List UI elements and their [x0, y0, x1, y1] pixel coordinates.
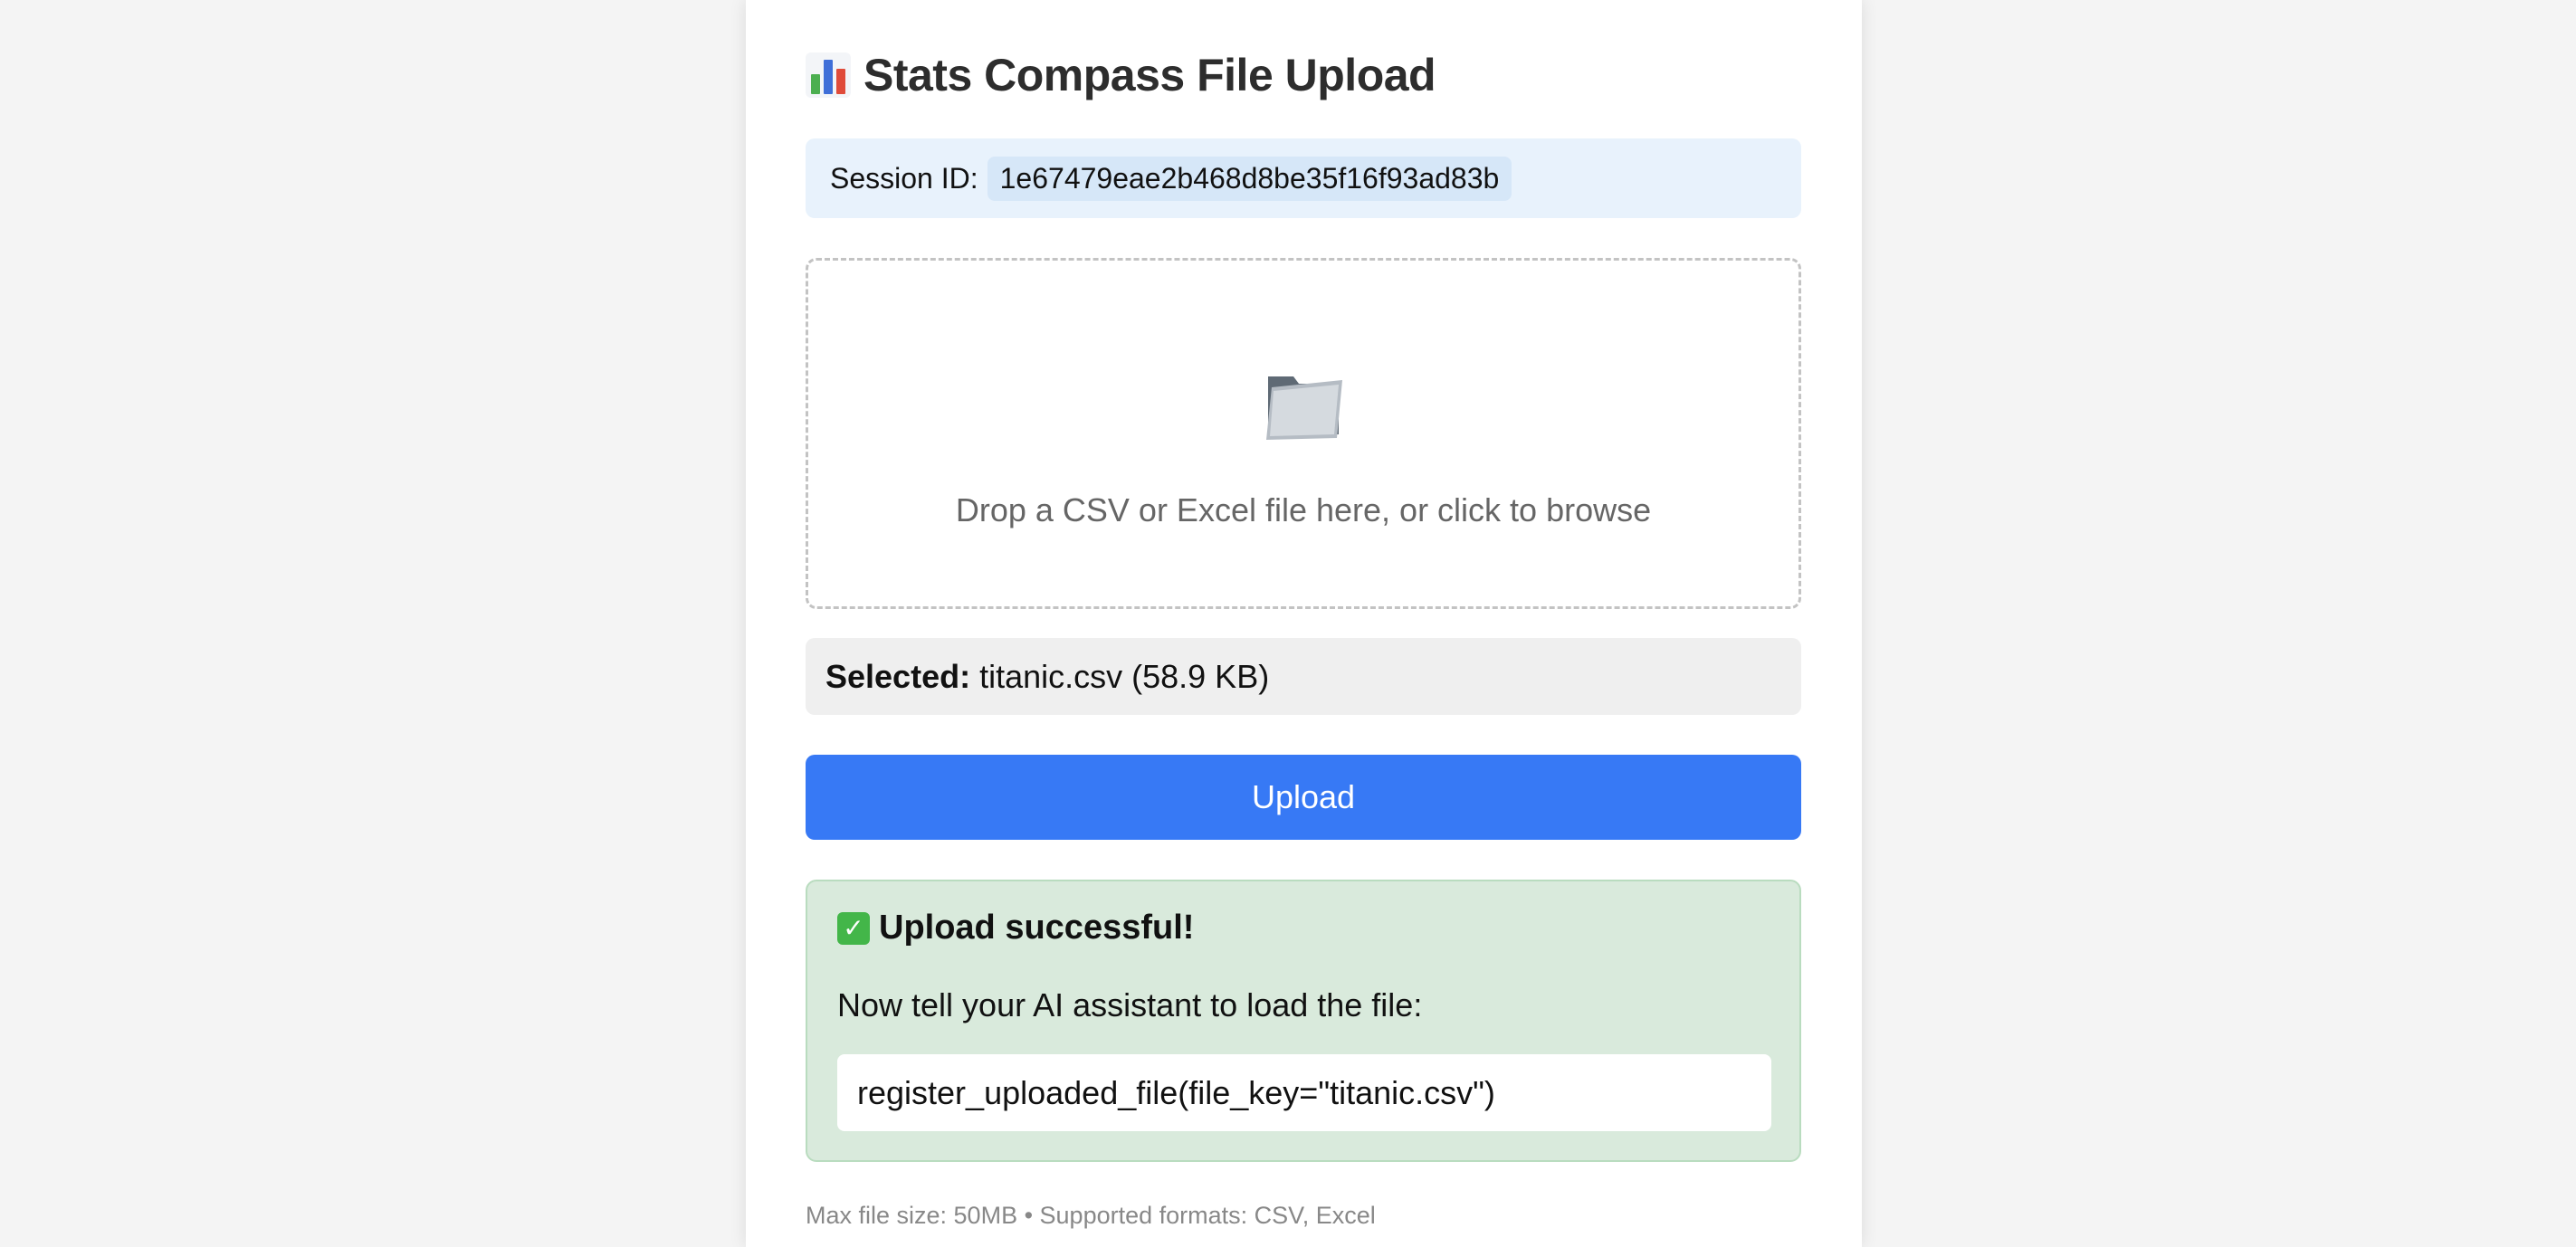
- success-heading: ✓ Upload successful!: [837, 909, 1194, 947]
- selected-label: Selected:: [825, 657, 971, 695]
- upload-card: Stats Compass File Upload Session ID: 1e…: [746, 0, 1862, 1247]
- page-title: Stats Compass File Upload: [806, 45, 1801, 105]
- success-title: Upload successful!: [879, 909, 1195, 947]
- session-id: 1e67479eae2b468d8be35f16f93ad83b: [987, 156, 1512, 201]
- selected-file: Selected: titanic.csv (58.9 KB): [806, 638, 1801, 715]
- session-label: Session ID:: [830, 161, 978, 195]
- success-message: Now tell your AI assistant to load the f…: [837, 986, 1423, 1023]
- upload-button[interactable]: Upload: [806, 755, 1801, 840]
- page-title-text: Stats Compass File Upload: [863, 50, 1436, 100]
- check-icon: ✓: [837, 911, 870, 945]
- bar-chart-icon: [806, 52, 851, 98]
- footer-note: Max file size: 50MB • Supported formats:…: [806, 1202, 1376, 1229]
- command-code[interactable]: register_uploaded_file(file_key="titanic…: [837, 1054, 1771, 1131]
- selected-file-name: titanic.csv (58.9 KB): [979, 657, 1270, 695]
- session-info: Session ID: 1e67479eae2b468d8be35f16f93a…: [806, 138, 1801, 218]
- folder-icon: [1266, 376, 1342, 440]
- dropzone-text: Drop a CSV or Excel file here, or click …: [955, 491, 1652, 528]
- success-panel: ✓ Upload successful! Now tell your AI as…: [806, 880, 1801, 1162]
- file-dropzone[interactable]: Drop a CSV or Excel file here, or click …: [806, 258, 1801, 609]
